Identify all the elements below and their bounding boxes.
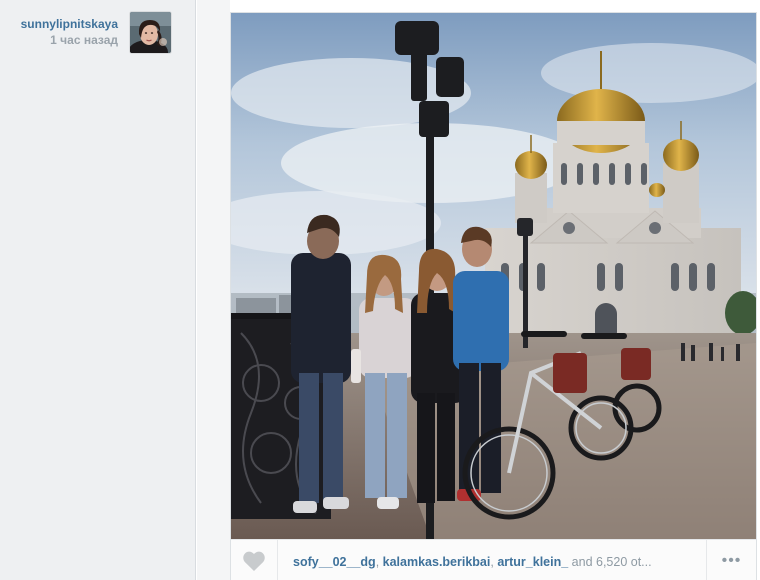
likes-summary: sofy__02__dg, kalamkas.berikbai, artur_k…: [293, 555, 652, 569]
like-button[interactable]: [231, 540, 278, 580]
more-options-button[interactable]: •••: [706, 540, 756, 580]
post-photo[interactable]: [231, 13, 756, 539]
more-dots-icon: •••: [721, 552, 742, 569]
likes-count-text[interactable]: and 6,520 ot...: [572, 555, 652, 569]
author-username[interactable]: sunnylipnitskaya: [0, 16, 118, 32]
heart-icon: [243, 551, 265, 571]
liker-link[interactable]: artur_klein_: [497, 555, 568, 569]
post-timestamp[interactable]: 1 час назад: [0, 32, 118, 48]
post-view: sunnylipnitskaya 1 час назад sofy__02__d…: [0, 0, 760, 580]
avatar[interactable]: [130, 12, 171, 53]
column-gutter: [197, 0, 230, 580]
post-action-bar: sofy__02__dg, kalamkas.berikbai, artur_k…: [231, 539, 756, 580]
post-meta-panel: sunnylipnitskaya 1 час назад: [0, 0, 196, 580]
author-block: sunnylipnitskaya 1 час назад: [0, 16, 118, 48]
post-card: sofy__02__dg, kalamkas.berikbai, artur_k…: [230, 12, 757, 580]
liker-link[interactable]: sofy__02__dg: [293, 555, 376, 569]
liker-link[interactable]: kalamkas.berikbai: [383, 555, 491, 569]
